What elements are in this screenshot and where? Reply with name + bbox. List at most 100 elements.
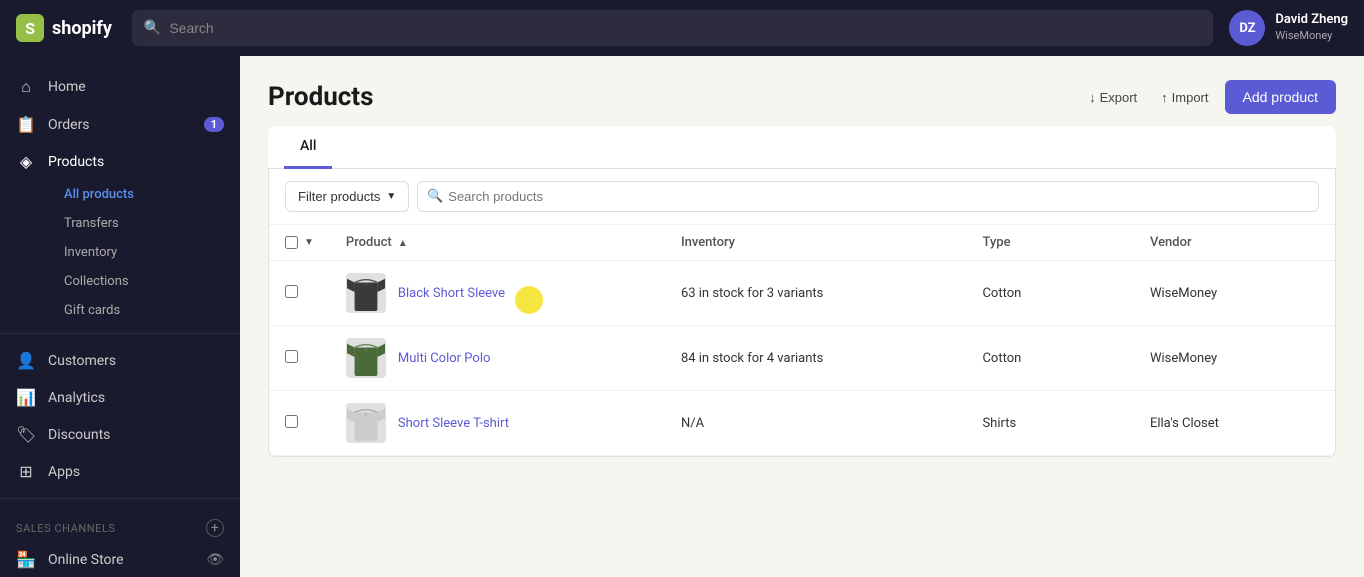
th-checkbox: ▼ bbox=[269, 225, 330, 261]
row-checkbox[interactable] bbox=[285, 415, 298, 428]
row-checkbox-cell bbox=[269, 391, 330, 456]
row-checkbox[interactable] bbox=[285, 350, 298, 363]
sidebar-item-analytics[interactable]: 📊 Analytics bbox=[0, 379, 240, 416]
select-all-checkbox[interactable] bbox=[285, 236, 298, 249]
global-search-input[interactable] bbox=[169, 20, 1201, 36]
analytics-icon: 📊 bbox=[16, 388, 36, 407]
sidebar-item-home[interactable]: ⌂ Home bbox=[0, 68, 240, 106]
product-thumbnail bbox=[346, 273, 386, 313]
user-info: David Zheng WiseMoney bbox=[1275, 12, 1348, 43]
product-name-link[interactable]: Short Sleeve T-shirt bbox=[398, 416, 509, 431]
eye-icon: 👁 bbox=[206, 552, 224, 568]
avatar[interactable]: DZ bbox=[1229, 10, 1265, 46]
user-name: David Zheng bbox=[1275, 12, 1348, 29]
filter-products-button[interactable]: Filter products ▼ bbox=[285, 181, 409, 212]
table-container: Filter products ▼ 🔍 bbox=[268, 169, 1336, 457]
import-button[interactable]: ↑ Import bbox=[1153, 84, 1216, 111]
product-name-link[interactable]: Multi Color Polo bbox=[398, 351, 491, 366]
sidebar: ⌂ Home 📋 Orders 1 ◈ Products All product… bbox=[0, 56, 240, 577]
tabs: All bbox=[268, 126, 1336, 169]
row-vendor-cell: Ella's Closet bbox=[1134, 391, 1335, 456]
sidebar-item-customers[interactable]: 👤 Customers bbox=[0, 342, 240, 379]
main-content: Products ↓ Export ↑ Import Add product A… bbox=[240, 56, 1364, 577]
sort-icon: ▲ bbox=[398, 238, 408, 249]
row-checkbox[interactable] bbox=[285, 285, 298, 298]
table-row: Multi Color Polo 84 in stock for 4 varia… bbox=[269, 326, 1335, 391]
sidebar-sub-transfers[interactable]: Transfers bbox=[48, 209, 240, 238]
export-button[interactable]: ↓ Export bbox=[1081, 84, 1145, 111]
row-type-cell: Cotton bbox=[966, 261, 1134, 326]
sidebar-item-label: Discounts bbox=[48, 427, 110, 443]
row-vendor-cell: WiseMoney bbox=[1134, 261, 1335, 326]
main-layout: ⌂ Home 📋 Orders 1 ◈ Products All product… bbox=[0, 56, 1364, 577]
page-header: Products ↓ Export ↑ Import Add product bbox=[268, 80, 1336, 114]
page-title: Products bbox=[268, 82, 373, 112]
products-table: ▼ Product ▲ Inventory Type Vendor bbox=[269, 225, 1335, 456]
shopify-logo[interactable]: S shopify bbox=[16, 14, 112, 42]
home-icon: ⌂ bbox=[16, 77, 36, 97]
product-thumbnail bbox=[346, 338, 386, 378]
chevron-down-icon: ▼ bbox=[386, 191, 396, 202]
row-inventory-cell: 63 in stock for 3 variants bbox=[665, 261, 967, 326]
orders-icon: 📋 bbox=[16, 115, 36, 134]
sidebar-item-label: Customers bbox=[48, 353, 116, 369]
sidebar-item-orders[interactable]: 📋 Orders 1 bbox=[0, 106, 240, 143]
product-thumbnail bbox=[346, 403, 386, 443]
sidebar-item-apps[interactable]: ⊞ Apps bbox=[0, 453, 240, 490]
sales-channels-title: SALES CHANNELS + bbox=[0, 507, 240, 541]
sidebar-item-discounts[interactable]: 🏷 Discounts bbox=[0, 416, 240, 453]
sidebar-divider bbox=[0, 333, 240, 334]
sidebar-sub-collections[interactable]: Collections bbox=[48, 267, 240, 296]
products-icon: ◈ bbox=[16, 152, 36, 171]
table-row: Black Short Sleeve 63 in stock for 3 var… bbox=[269, 261, 1335, 326]
search-products-input[interactable] bbox=[417, 181, 1319, 212]
product-search-wrapper: 🔍 bbox=[417, 181, 1319, 212]
row-type-cell: Cotton bbox=[966, 326, 1134, 391]
th-product: Product ▲ bbox=[330, 225, 665, 261]
row-product-cell: Multi Color Polo bbox=[330, 326, 665, 391]
search-icon: 🔍 bbox=[144, 20, 161, 36]
sidebar-item-label: Home bbox=[48, 79, 86, 95]
th-type: Type bbox=[966, 225, 1134, 261]
global-search-bar[interactable]: 🔍 bbox=[132, 10, 1214, 46]
products-card: All Filter products ▼ 🔍 bbox=[268, 126, 1336, 457]
sidebar-item-online-store[interactable]: 🏪 Online Store 👁 bbox=[0, 541, 240, 577]
row-checkbox-cell bbox=[269, 261, 330, 326]
row-product-cell: Short Sleeve T-shirt bbox=[330, 391, 665, 456]
tab-all[interactable]: All bbox=[284, 126, 332, 169]
chevron-down-icon[interactable]: ▼ bbox=[304, 237, 314, 248]
row-inventory-cell: N/A bbox=[665, 391, 967, 456]
export-icon: ↓ bbox=[1089, 90, 1096, 105]
orders-badge: 1 bbox=[204, 117, 224, 132]
row-type-cell: Shirts bbox=[966, 391, 1134, 456]
row-checkbox-cell bbox=[269, 326, 330, 391]
row-inventory-cell: 84 in stock for 4 variants bbox=[665, 326, 967, 391]
sidebar-sub-all-products[interactable]: All products bbox=[48, 180, 240, 209]
sidebar-sub-gift-cards[interactable]: Gift cards bbox=[48, 296, 240, 325]
discounts-icon: 🏷 bbox=[16, 425, 36, 444]
sidebar-divider-2 bbox=[0, 498, 240, 499]
shopify-logo-icon: S bbox=[16, 14, 44, 42]
add-product-button[interactable]: Add product bbox=[1225, 80, 1337, 114]
sidebar-item-products[interactable]: ◈ Products bbox=[0, 143, 240, 180]
row-product-cell: Black Short Sleeve bbox=[330, 261, 665, 326]
row-vendor-cell: WiseMoney bbox=[1134, 326, 1335, 391]
filter-row: Filter products ▼ 🔍 bbox=[269, 169, 1335, 225]
sidebar-sub-inventory[interactable]: Inventory bbox=[48, 238, 240, 267]
sidebar-item-label: Orders bbox=[48, 117, 90, 133]
table-row: Short Sleeve T-shirt N/A Shirts Ella's C… bbox=[269, 391, 1335, 456]
sidebar-item-label: Analytics bbox=[48, 390, 105, 406]
customers-icon: 👤 bbox=[16, 351, 36, 370]
user-store: WiseMoney bbox=[1275, 29, 1348, 43]
online-store-icon: 🏪 bbox=[16, 550, 36, 569]
apps-icon: ⊞ bbox=[16, 462, 36, 481]
import-icon: ↑ bbox=[1161, 90, 1168, 105]
th-vendor: Vendor bbox=[1134, 225, 1335, 261]
top-nav: S shopify 🔍 DZ David Zheng WiseMoney bbox=[0, 0, 1364, 56]
search-icon: 🔍 bbox=[427, 189, 443, 204]
sidebar-item-label: Apps bbox=[48, 464, 80, 480]
products-submenu: All products Transfers Inventory Collect… bbox=[0, 180, 240, 325]
add-sales-channel-button[interactable]: + bbox=[206, 519, 224, 537]
th-inventory: Inventory bbox=[665, 225, 967, 261]
product-name-link[interactable]: Black Short Sleeve bbox=[398, 286, 505, 301]
